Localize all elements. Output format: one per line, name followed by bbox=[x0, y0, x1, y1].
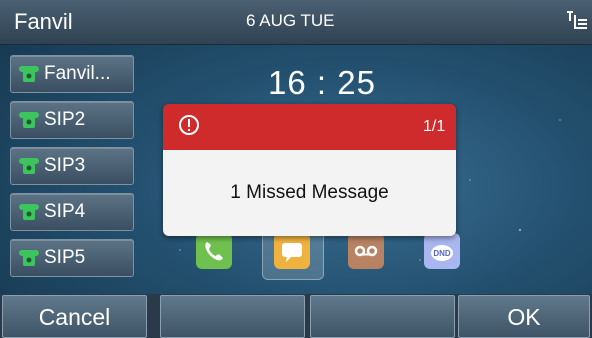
softkey-bar: Cancel OK bbox=[0, 294, 592, 338]
phone-icon bbox=[19, 66, 39, 82]
line-key-1[interactable]: Fanvil... bbox=[10, 55, 134, 93]
dialog-message: 1 Missed Message bbox=[230, 182, 389, 203]
brand-label: Fanvil bbox=[14, 9, 73, 34]
cancel-softkey[interactable]: Cancel bbox=[2, 295, 147, 338]
call-app-icon[interactable] bbox=[196, 233, 232, 269]
alert-icon bbox=[179, 115, 199, 135]
line-key-label: SIP4 bbox=[44, 201, 86, 222]
dnd-app-icon[interactable]: DND bbox=[424, 233, 460, 269]
missed-message-dialog: 1/1 1 Missed Message bbox=[163, 104, 456, 236]
line-key-4[interactable]: SIP4 bbox=[10, 193, 134, 231]
phone-icon bbox=[19, 204, 39, 220]
dialog-header: 1/1 bbox=[163, 104, 456, 150]
phone-icon bbox=[19, 112, 39, 128]
dialog-body[interactable]: 1 Missed Message bbox=[163, 150, 456, 236]
line-key-5[interactable]: SIP5 bbox=[10, 239, 134, 277]
clock: 16 : 25 bbox=[268, 64, 376, 101]
line-key-3[interactable]: SIP3 bbox=[10, 147, 134, 185]
status-bar: Fanvil 6 AUG TUE bbox=[0, 0, 592, 45]
phone-screen: Fanvil 6 AUG TUE Fanvil... SIP2 SIP3 SIP… bbox=[0, 0, 592, 338]
line-key-label: SIP5 bbox=[44, 247, 86, 268]
line-key-label: SIP3 bbox=[44, 155, 86, 176]
messages-app-icon[interactable] bbox=[274, 233, 310, 269]
message-counter: 1/1 bbox=[423, 118, 446, 135]
voicemail-app-icon[interactable] bbox=[348, 233, 384, 269]
svg-text:DND: DND bbox=[433, 249, 451, 258]
line-key-label: Fanvil... bbox=[44, 63, 111, 84]
phone-icon bbox=[19, 250, 39, 266]
line-key-label: SIP2 bbox=[44, 109, 86, 130]
date-label: 6 AUG TUE bbox=[246, 11, 335, 30]
network-icon bbox=[567, 11, 587, 29]
softkey-2[interactable] bbox=[160, 295, 305, 338]
ok-softkey[interactable]: OK bbox=[458, 295, 590, 338]
line-key-2[interactable]: SIP2 bbox=[10, 101, 134, 139]
phone-icon bbox=[19, 158, 39, 174]
softkey-3[interactable] bbox=[310, 295, 455, 338]
